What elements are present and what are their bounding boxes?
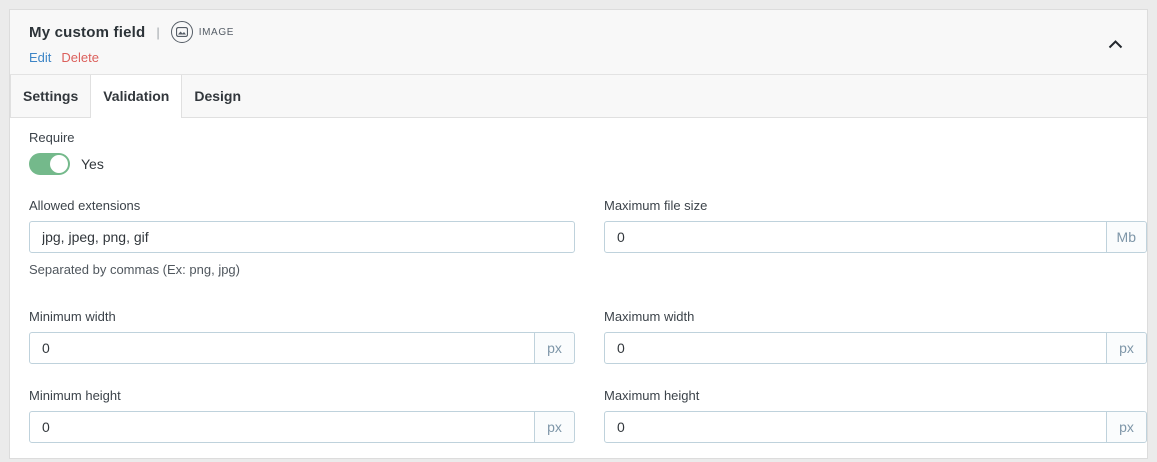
minimum-width-input-group: px (29, 332, 575, 364)
minimum-height-input[interactable] (30, 412, 534, 442)
field-allowed-extensions: Allowed extensions Separated by commas (… (29, 198, 575, 277)
title-row: My custom field | IMAGE (29, 21, 1131, 43)
tabbar: Settings Validation Design (10, 75, 1147, 118)
maximum-height-input[interactable] (605, 412, 1106, 442)
require-toggle[interactable] (29, 153, 70, 175)
require-field-group: Require Yes (29, 130, 1127, 175)
minimum-height-unit: px (534, 412, 574, 442)
allowed-extensions-helper: Separated by commas (Ex: png, jpg) (29, 262, 575, 277)
collapse-chevron-up-icon[interactable] (1104, 36, 1127, 53)
require-label: Require (29, 130, 1127, 145)
field-row: Minimum height px Maximum height px (29, 388, 1127, 443)
field-maximum-width: Maximum width px (604, 309, 1147, 364)
field-type-badge: IMAGE (171, 21, 234, 43)
maximum-height-label: Maximum height (604, 388, 1147, 403)
maximum-width-unit: px (1106, 333, 1146, 363)
maximum-file-size-input-group: Mb (604, 221, 1147, 253)
maximum-height-unit: px (1106, 412, 1146, 442)
custom-field-card: My custom field | IMAGE Edit Delete (9, 9, 1148, 459)
minimum-width-input[interactable] (30, 333, 534, 363)
header-actions: Edit Delete (29, 50, 1131, 65)
field-maximum-height: Maximum height px (604, 388, 1147, 443)
tab-design[interactable]: Design (182, 75, 253, 117)
field-minimum-height: Minimum height px (29, 388, 575, 443)
field-title: My custom field (29, 24, 145, 41)
allowed-extensions-label: Allowed extensions (29, 198, 575, 213)
validation-tab-content: Require Yes Allowed extensions Separated… (10, 118, 1147, 458)
minimum-width-unit: px (534, 333, 574, 363)
minimum-width-label: Minimum width (29, 309, 575, 324)
maximum-width-input[interactable] (605, 333, 1106, 363)
field-maximum-file-size: Maximum file size Mb (604, 198, 1147, 253)
maximum-file-size-label: Maximum file size (604, 198, 1147, 213)
field-row: Allowed extensions Separated by commas (… (29, 198, 1127, 277)
field-row: Minimum width px Maximum width px (29, 309, 1127, 364)
maximum-width-label: Maximum width (604, 309, 1147, 324)
minimum-height-input-group: px (29, 411, 575, 443)
field-type-label: IMAGE (199, 27, 234, 38)
tab-settings[interactable]: Settings (10, 75, 91, 117)
card-header: My custom field | IMAGE Edit Delete (10, 10, 1147, 75)
minimum-height-label: Minimum height (29, 388, 575, 403)
tab-validation[interactable]: Validation (91, 75, 182, 118)
allowed-extensions-input[interactable] (30, 222, 574, 252)
maximum-file-size-unit: Mb (1106, 222, 1146, 252)
field-minimum-width: Minimum width px (29, 309, 575, 364)
title-separator: | (156, 25, 159, 40)
edit-link[interactable]: Edit (29, 50, 51, 65)
require-state-label: Yes (81, 156, 104, 172)
image-icon (171, 21, 193, 43)
maximum-width-input-group: px (604, 332, 1147, 364)
toggle-knob (49, 154, 69, 174)
maximum-file-size-input[interactable] (605, 222, 1106, 252)
allowed-extensions-input-group (29, 221, 575, 253)
maximum-height-input-group: px (604, 411, 1147, 443)
require-toggle-row: Yes (29, 153, 1127, 175)
delete-link[interactable]: Delete (61, 50, 99, 65)
